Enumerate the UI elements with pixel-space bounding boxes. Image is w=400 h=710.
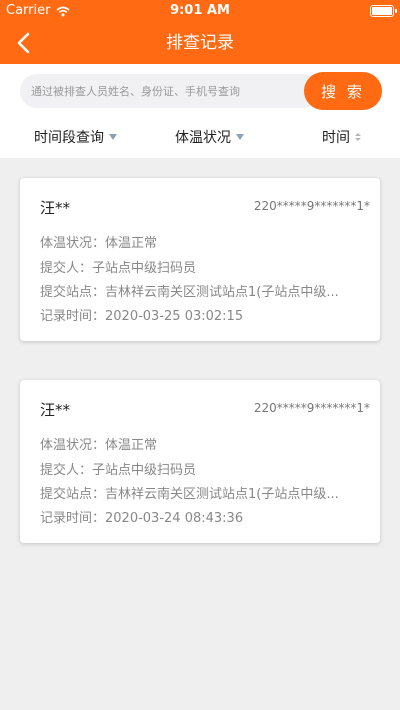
submitter-row: 提交人：子站点中级扫码员 <box>40 257 370 276</box>
navbar: 排查记录 <box>0 22 400 64</box>
filter-time-sort[interactable]: 时间 <box>322 116 361 158</box>
search-button[interactable]: 搜 索 <box>304 72 382 110</box>
status-time: 9:01 AM <box>170 3 230 18</box>
time-row: 记录时间：2020-03-24 08:43:36 <box>40 507 370 526</box>
battery-icon <box>370 5 397 17</box>
filter-bar: 时间段查询 体温状况 时间 <box>0 116 400 158</box>
temperature-label: 体温状况： <box>40 236 106 251</box>
time-value: 2020-03-25 03:02:15 <box>105 309 244 324</box>
id-number: 220*****9*******1* <box>253 199 370 213</box>
submitter-value: 子站点中级扫码员 <box>92 463 197 478</box>
person-name: 汪** <box>40 199 71 217</box>
station-label: 提交站点： <box>40 487 106 502</box>
time-value: 2020-03-24 08:43:36 <box>105 511 244 526</box>
filter-temperature[interactable]: 体温状况 <box>175 116 244 158</box>
triangle-down-icon <box>109 134 117 140</box>
submitter-row: 提交人：子站点中级扫码员 <box>40 459 370 478</box>
temperature-row: 体温状况：体温正常 <box>40 434 370 453</box>
status-bar: Carrier 9:01 AM <box>0 0 400 22</box>
station-row: 提交站点：吉林祥云南关区测试站点1(子站点中级... <box>40 483 370 502</box>
filter-label: 体温状况 <box>175 130 231 146</box>
temperature-row: 体温状况：体温正常 <box>40 232 370 251</box>
submitter-value: 子站点中级扫码员 <box>92 261 197 276</box>
time-row: 记录时间：2020-03-25 03:02:15 <box>40 305 370 324</box>
time-label: 记录时间： <box>40 309 106 324</box>
station-row: 提交站点：吉林祥云南关区测试站点1(子站点中级... <box>40 281 370 300</box>
sort-icon <box>355 133 361 141</box>
record-card[interactable]: 汪** 220*****9*******1* 体温状况：体温正常 提交人：子站点… <box>20 380 380 543</box>
filter-label: 时间段查询 <box>34 130 104 146</box>
temperature-value: 体温正常 <box>105 236 158 251</box>
header: Carrier 9:01 AM 排查记录 <box>0 0 400 64</box>
person-name: 汪** <box>40 401 71 419</box>
time-label: 记录时间： <box>40 511 106 526</box>
station-label: 提交站点： <box>40 285 106 300</box>
triangle-down-icon <box>236 134 244 140</box>
search-input[interactable] <box>20 74 320 108</box>
filter-label: 时间 <box>322 130 350 146</box>
page-title: 排查记录 <box>166 33 234 53</box>
submitter-label: 提交人： <box>40 261 93 276</box>
temperature-label: 体温状况： <box>40 438 106 453</box>
filter-time-range[interactable]: 时间段查询 <box>34 116 117 158</box>
station-value: 吉林祥云南关区测试站点1(子站点中级... <box>105 487 339 502</box>
temperature-value: 体温正常 <box>105 438 158 453</box>
submitter-label: 提交人： <box>40 463 93 478</box>
id-number: 220*****9*******1* <box>253 401 370 415</box>
station-value: 吉林祥云南关区测试站点1(子站点中级... <box>105 285 339 300</box>
record-card[interactable]: 汪** 220*****9*******1* 体温状况：体温正常 提交人：子站点… <box>20 178 380 341</box>
search-bar: 搜 索 <box>0 64 400 116</box>
